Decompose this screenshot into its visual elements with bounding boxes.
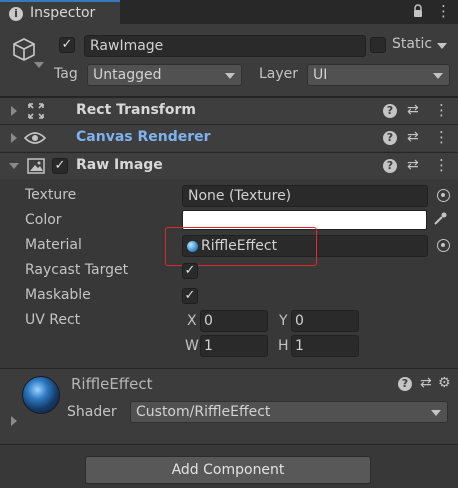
layer-value: UI [313, 67, 328, 83]
uv-x-field[interactable]: 0 [200, 310, 268, 332]
canvas-renderer-title: Canvas Renderer [76, 129, 211, 145]
eyedropper-icon[interactable] [432, 211, 448, 227]
tab-title: Inspector [30, 5, 96, 21]
color-label: Color [25, 212, 62, 228]
tag-label: Tag [54, 66, 78, 82]
object-name-field[interactable]: RawImage [84, 35, 366, 57]
tag-value: Untagged [93, 67, 162, 83]
uv-rect-label: UV Rect [25, 312, 81, 328]
layer-dropdown[interactable]: UI [307, 64, 450, 86]
shader-value: Custom/RiffleEffect [136, 404, 271, 420]
object-picker-icon[interactable] [437, 239, 450, 252]
foldout-arrow-icon[interactable] [9, 163, 19, 169]
shader-label: Shader [67, 404, 117, 420]
static-checkbox[interactable] [370, 37, 386, 53]
raycast-target-checkbox[interactable]: ✓ [182, 263, 198, 279]
eye-icon [24, 132, 46, 144]
chevron-down-icon [431, 410, 441, 416]
raw-image-header[interactable]: ✓ Raw Image ? ⇄ ⋮ [0, 152, 458, 179]
icon-dropdown-arrow-icon[interactable] [34, 62, 44, 68]
presets-icon[interactable]: ⇄ [420, 376, 432, 390]
highlight-box [165, 227, 317, 266]
material-name: RiffleEffect [71, 375, 153, 393]
uv-h-label: H [278, 338, 289, 354]
maskable-label: Maskable [25, 287, 91, 303]
layer-label: Layer [259, 66, 299, 82]
rect-transform-title: Rect Transform [76, 102, 197, 118]
add-component-button[interactable]: Add Component [85, 456, 371, 484]
help-icon[interactable]: ? [383, 131, 397, 145]
divider [0, 444, 458, 445]
raw-image-enabled-checkbox[interactable]: ✓ [52, 158, 68, 174]
presets-icon[interactable]: ⇄ [407, 103, 419, 117]
presets-icon[interactable]: ⇄ [407, 158, 419, 172]
lock-icon[interactable] [413, 4, 423, 18]
material-preview-sphere-icon[interactable] [22, 376, 60, 414]
uv-h-field[interactable]: 1 [291, 335, 359, 357]
chevron-down-icon [433, 73, 443, 79]
object-picker-icon[interactable] [437, 189, 450, 202]
tag-dropdown[interactable]: Untagged [87, 64, 242, 86]
help-icon[interactable]: ? [383, 104, 397, 118]
active-checkbox[interactable]: ✓ [59, 37, 75, 53]
foldout-arrow-icon[interactable] [11, 106, 17, 116]
foldout-arrow-icon[interactable] [11, 416, 17, 426]
rect-transform-icon [28, 103, 44, 119]
uv-y-field[interactable]: 0 [291, 310, 359, 332]
maskable-checkbox[interactable]: ✓ [182, 288, 198, 304]
material-section: RiffleEffect ? ⇄ ⚙ Shader Custom/RiffleE… [0, 368, 458, 444]
uv-x-label: X [187, 313, 197, 329]
info-icon: i [9, 7, 23, 21]
help-icon[interactable]: ? [398, 377, 412, 391]
tab-inspector[interactable]: i Inspector [0, 0, 120, 24]
foldout-arrow-icon[interactable] [11, 133, 17, 143]
gameobject-cube-icon[interactable] [10, 36, 38, 64]
uv-w-field[interactable]: 1 [200, 335, 268, 357]
rect-transform-header[interactable]: Rect Transform ? ⇄ ⋮ [0, 97, 458, 124]
static-label: Static [392, 36, 433, 52]
image-icon [27, 158, 45, 174]
canvas-renderer-header[interactable]: Canvas Renderer ? ⇄ ⋮ [0, 124, 458, 151]
raycast-target-label: Raycast Target [25, 262, 129, 278]
component-menu-icon[interactable]: ⋮ [434, 103, 449, 118]
texture-label: Texture [25, 187, 77, 203]
texture-field[interactable]: None (Texture) [182, 185, 428, 207]
help-icon[interactable]: ? [383, 159, 397, 173]
tab-bar: i Inspector ⋮ [0, 0, 458, 24]
raw-image-title: Raw Image [76, 157, 163, 173]
material-label: Material [25, 237, 82, 253]
static-dropdown-arrow-icon[interactable] [437, 43, 447, 49]
gear-icon[interactable]: ⚙ [438, 376, 451, 390]
component-menu-icon[interactable]: ⋮ [434, 130, 449, 145]
presets-icon[interactable]: ⇄ [407, 130, 419, 144]
uv-y-label: Y [279, 313, 288, 329]
shader-dropdown[interactable]: Custom/RiffleEffect [130, 401, 448, 423]
object-header: ✓ RawImage Static Tag Untagged Layer UI [0, 24, 458, 97]
more-options-icon[interactable]: ⋮ [436, 4, 451, 19]
chevron-down-icon [225, 73, 235, 79]
uv-w-label: W [185, 338, 199, 354]
component-menu-icon[interactable]: ⋮ [434, 158, 449, 173]
